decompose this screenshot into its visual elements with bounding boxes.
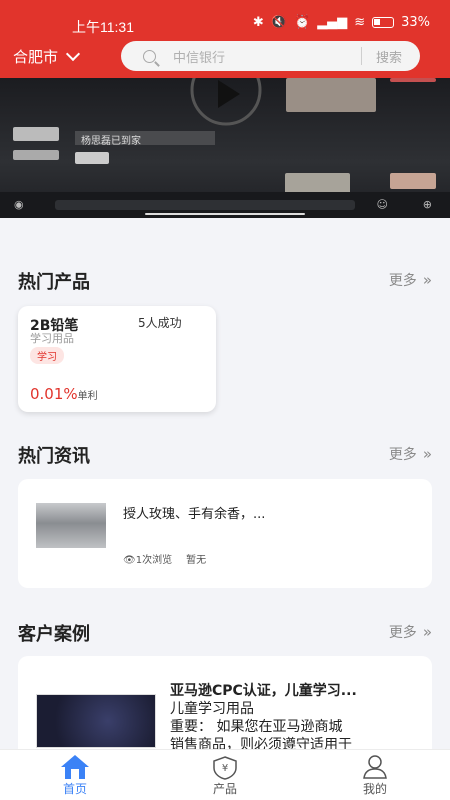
tab-home[interactable]: 首页: [15, 750, 135, 800]
bottom-nav: 首页 ¥ 产品 我的: [0, 749, 450, 800]
battery-text: 33%: [401, 15, 430, 30]
status-bar: 上午11:31 ✱ 🔇 ⏰ ▂▄▆ ≋ 33%: [0, 0, 450, 44]
more-label: 更多: [388, 273, 417, 289]
video-thumbnail: [390, 78, 436, 82]
case-line: 重要： 如果您在亚马逊商城: [170, 719, 343, 735]
rate-unit: 单利: [77, 391, 98, 402]
plus-icon[interactable]: ⊕: [423, 198, 432, 211]
search-button[interactable]: 搜索: [362, 47, 420, 66]
chat-sticker: [75, 152, 109, 164]
double-chevron-right-icon: »: [422, 623, 432, 641]
mute-icon: 🔇: [270, 15, 287, 30]
avatar: [13, 127, 59, 141]
more-label: 更多: [388, 625, 417, 641]
video-banner[interactable]: 杨思磊已到家 ◉ ☺ ⊕: [0, 78, 450, 218]
product-category: 学习用品: [30, 332, 74, 345]
section-title-hot-news: 热门资讯: [18, 446, 90, 467]
status-icons: ✱ 🔇 ⏰ ▂▄▆ ≋ 33%: [253, 15, 430, 30]
tab-mine[interactable]: 我的: [315, 750, 435, 800]
search-input[interactable]: 中信银行: [173, 47, 361, 66]
news-views: 👁1次浏览: [123, 551, 172, 566]
voice-icon[interactable]: ◉: [14, 198, 24, 211]
news-status: 暂无: [186, 555, 207, 566]
home-icon: [61, 755, 89, 779]
double-chevron-right-icon: »: [422, 445, 432, 463]
play-icon[interactable]: [186, 78, 266, 126]
news-thumbnail: [36, 503, 106, 548]
tab-label: 产品: [212, 782, 237, 796]
city-label: 合肥市: [13, 48, 59, 66]
tab-label: 我的: [362, 782, 387, 796]
rate-value: 0.01%: [30, 385, 78, 403]
more-label: 更多: [388, 447, 417, 463]
news-title: 授人玫瑰、手有余香，...: [123, 507, 266, 522]
battery-icon: [372, 17, 395, 28]
video-control-bar: ◉ ☺ ⊕: [0, 192, 450, 218]
product-card[interactable]: 2B铅笔 5人成功 学习用品 学习 0.01%单利: [18, 306, 216, 412]
news-card[interactable]: 授人玫瑰、手有余香，... 👁1次浏览 暂无: [18, 479, 432, 588]
double-chevron-right-icon: »: [422, 271, 432, 289]
avatar: [13, 150, 59, 160]
wifi-icon: ≋: [354, 15, 366, 30]
chevron-down-icon: [65, 46, 81, 61]
shield-yen-icon: ¥: [213, 756, 237, 780]
signal-icon: ▂▄▆: [317, 15, 348, 30]
status-time: 上午11:31: [72, 19, 134, 35]
news-meta: 👁1次浏览 暂无: [123, 551, 206, 566]
tab-products[interactable]: ¥ 产品: [165, 750, 285, 800]
alarm-icon: ⏰: [294, 15, 311, 30]
user-icon: [363, 755, 387, 779]
product-rate: 0.01%单利: [30, 385, 98, 403]
product-success-count: 5人成功: [138, 316, 182, 330]
section-title-cases: 客户案例: [18, 624, 90, 645]
chat-message: 杨思磊已到家: [75, 131, 215, 147]
video-thumbnail: [286, 78, 376, 112]
video-thumbnail: [390, 173, 436, 189]
search-icon: [143, 49, 156, 63]
eye-icon: 👁: [123, 555, 136, 566]
case-title: 亚马逊CPC认证，儿童学习...: [170, 683, 357, 699]
tab-label: 首页: [62, 782, 87, 796]
hot-products-more-link[interactable]: 更多 »: [388, 270, 432, 290]
case-line: 儿童学习用品: [170, 701, 254, 717]
section-title-hot-products: 热门产品: [18, 272, 90, 293]
city-selector[interactable]: 合肥市: [13, 46, 81, 67]
search-bar[interactable]: 中信银行 搜索: [121, 41, 420, 71]
app-header: 上午11:31 ✱ 🔇 ⏰ ▂▄▆ ≋ 33% 合肥市 中信银行 搜索: [0, 0, 450, 78]
video-input-bar[interactable]: [55, 200, 355, 210]
emoji-icon[interactable]: ☺: [377, 198, 388, 211]
home-indicator: [145, 213, 305, 215]
hot-news-more-link[interactable]: 更多 »: [388, 444, 432, 464]
product-tag: 学习: [30, 347, 64, 364]
cases-more-link[interactable]: 更多 »: [388, 622, 432, 642]
case-thumbnail: [36, 694, 156, 748]
bluetooth-icon: ✱: [252, 15, 264, 30]
svg-text:¥: ¥: [222, 763, 228, 774]
views-label: 1次浏览: [135, 555, 173, 566]
